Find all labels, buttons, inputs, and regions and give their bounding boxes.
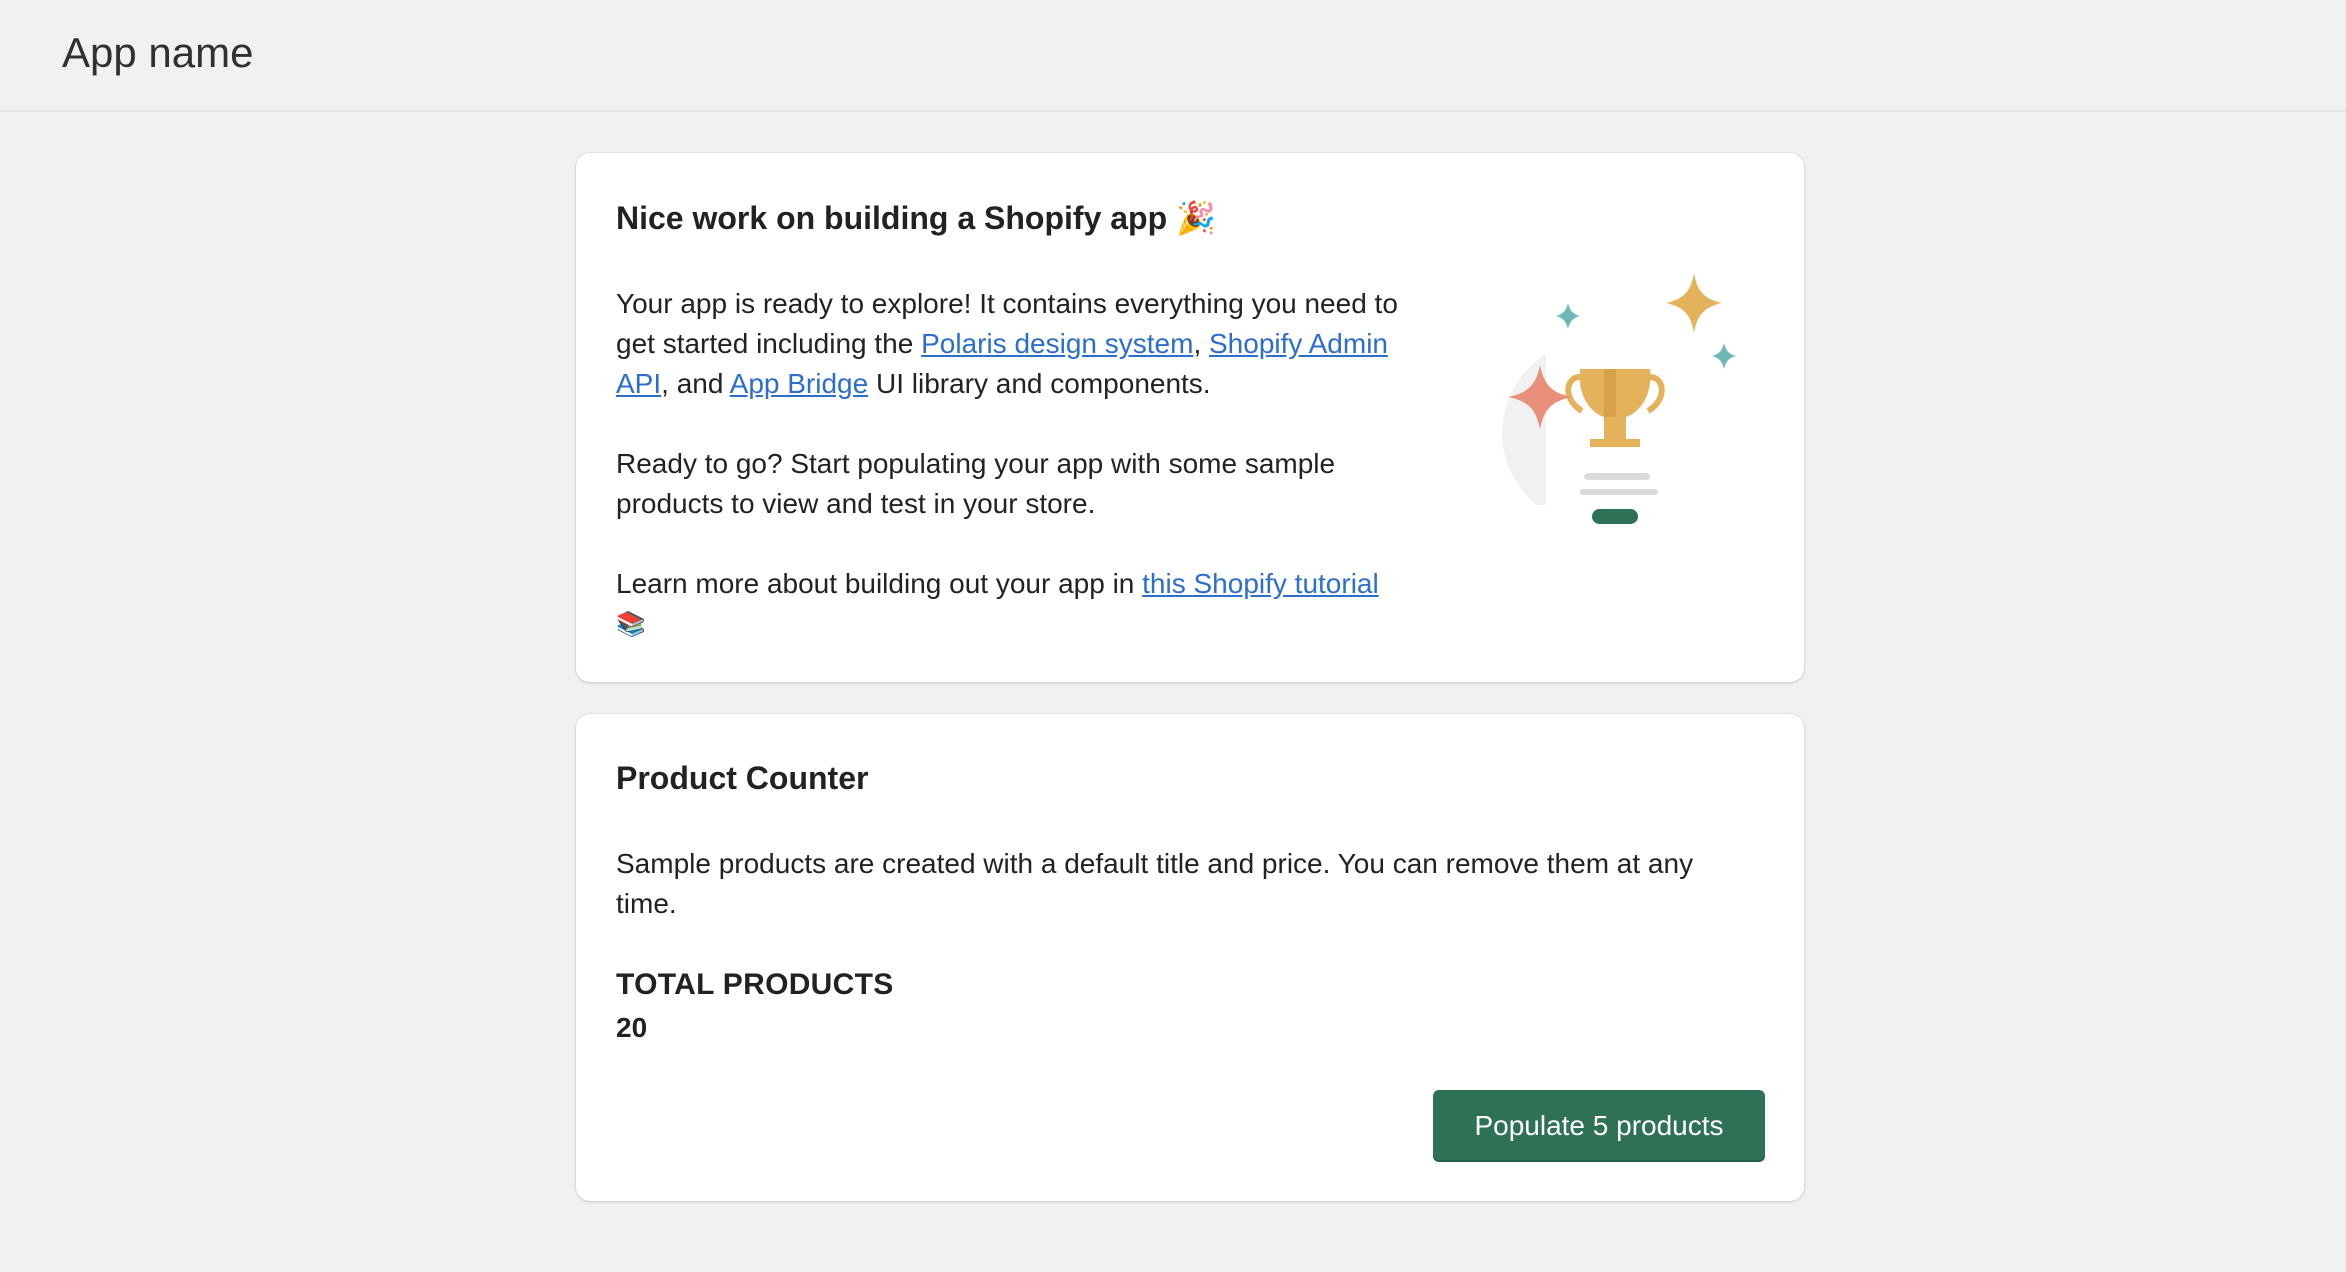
app-bridge-link[interactable]: App Bridge (730, 368, 869, 399)
admin-api-link[interactable]: Shopify Admin (1209, 328, 1388, 359)
tutorial-link[interactable]: this Shopify tutorial (1142, 568, 1379, 599)
intro-line-3: API, and App Bridge UI library and compo… (616, 364, 1476, 404)
intro-line-2: get started including the Polaris design… (616, 324, 1476, 364)
ready-paragraph: Ready to go? Start populating your app w… (616, 444, 1476, 524)
and-text: , and (661, 368, 730, 399)
populate-products-button[interactable]: Populate 5 products (1433, 1090, 1765, 1162)
intro-text: get started including the (616, 328, 922, 359)
product-counter-heading: Product Counter (616, 760, 869, 796)
comma-text: , (1193, 328, 1202, 359)
description-line-2: time. (616, 888, 677, 919)
intro-line-1: Your app is ready to explore! It contain… (616, 288, 1398, 319)
welcome-card: Nice work on building a Shopify app 🎉 Yo… (576, 153, 1804, 682)
admin-api-link-continued[interactable]: API (616, 368, 661, 399)
counter-description: Sample products are created with a defau… (616, 844, 1776, 924)
total-products-label: TOTAL PRODUCTS (616, 968, 894, 1001)
learn-line-1: Learn more about building out your app i… (616, 564, 1476, 604)
app-title: App name (62, 29, 254, 76)
intro-paragraph: Your app is ready to explore! It contain… (616, 284, 1476, 404)
description-line-1: Sample products are created with a defau… (616, 848, 1694, 879)
polaris-link[interactable]: Polaris design system (921, 328, 1193, 359)
ui-library-text: UI library and components. (868, 368, 1211, 399)
ready-line-1: Ready to go? Start populating your app w… (616, 448, 1336, 479)
ready-line-2: products to view and test in your store. (616, 488, 1096, 519)
learn-paragraph: Learn more about building out your app i… (616, 564, 1476, 644)
welcome-heading-text: Nice work on building a Shopify app (616, 200, 1168, 236)
learn-text: Learn more about building out your app i… (616, 568, 1143, 599)
product-counter-card: Product Counter Sample products are crea… (576, 714, 1804, 1201)
books-emoji: 📚 (616, 610, 646, 638)
welcome-card-heading: Nice work on building a Shopify app 🎉 (616, 198, 1216, 238)
party-popper-emoji: 🎉 (1176, 199, 1216, 237)
top-bar: App name (0, 0, 2346, 112)
total-products-value: 20 (616, 1012, 648, 1043)
trophy-illustration (1484, 273, 1744, 533)
